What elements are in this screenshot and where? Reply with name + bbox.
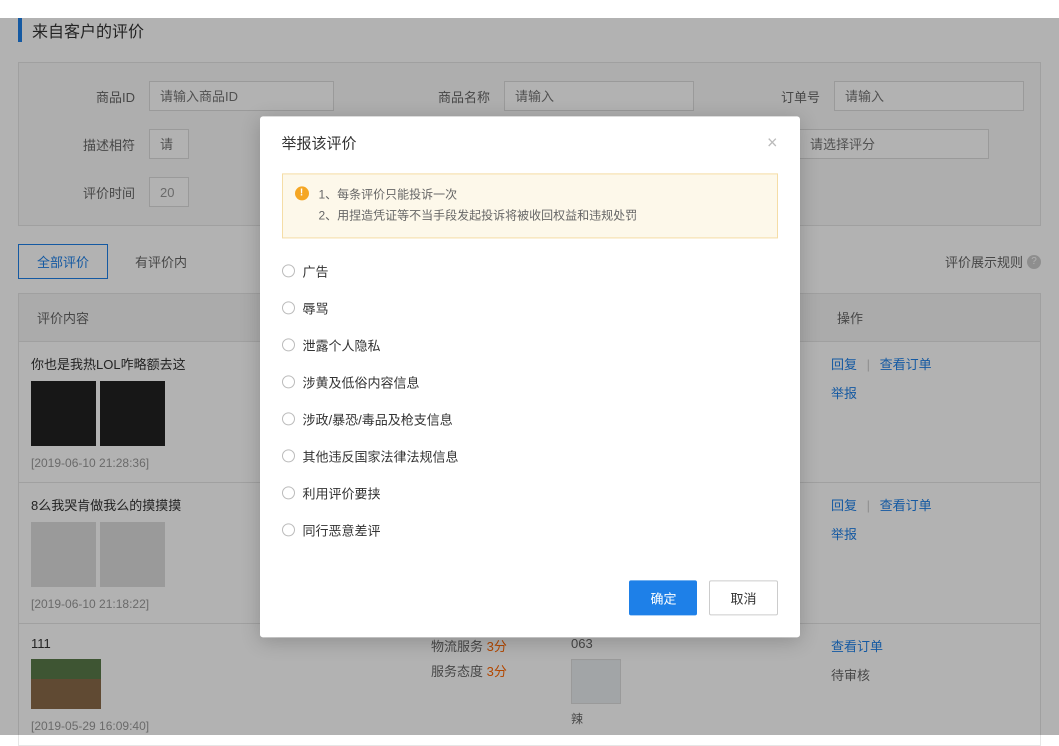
radio-option-privacy[interactable]: 泄露个人隐私 bbox=[282, 326, 778, 363]
radio-icon bbox=[282, 412, 295, 425]
radio-label: 涉黄及低俗内容信息 bbox=[303, 372, 420, 391]
alert-line-2: 2、用捏造凭证等不当手段发起投诉将被收回权益和违规处罚 bbox=[319, 206, 638, 228]
radio-option-vulgar[interactable]: 涉黄及低俗内容信息 bbox=[282, 363, 778, 400]
radio-icon bbox=[282, 486, 295, 499]
radio-label: 广告 bbox=[303, 261, 329, 280]
radio-label: 同行恶意差评 bbox=[303, 520, 381, 539]
radio-option-abuse[interactable]: 辱骂 bbox=[282, 289, 778, 326]
radio-label: 利用评价要挟 bbox=[303, 483, 381, 502]
radio-option-ad[interactable]: 广告 bbox=[282, 252, 778, 289]
radio-label: 涉政/暴恐/毒品及枪支信息 bbox=[303, 409, 453, 428]
radio-icon bbox=[282, 338, 295, 351]
alert-box: ! 1、每条评价只能投诉一次 2、用捏造凭证等不当手段发起投诉将被收回权益和违规… bbox=[282, 173, 778, 238]
close-icon[interactable]: × bbox=[767, 132, 778, 153]
radio-label: 其他违反国家法律法规信息 bbox=[303, 446, 459, 465]
radio-icon bbox=[282, 375, 295, 388]
radio-icon bbox=[282, 264, 295, 277]
warning-icon: ! bbox=[295, 186, 309, 200]
radio-label: 泄露个人隐私 bbox=[303, 335, 381, 354]
radio-icon bbox=[282, 523, 295, 536]
radio-icon bbox=[282, 449, 295, 462]
radio-label: 辱骂 bbox=[303, 298, 329, 317]
report-modal: 举报该评价 × ! 1、每条评价只能投诉一次 2、用捏造凭证等不当手段发起投诉将… bbox=[260, 116, 800, 637]
radio-option-illegal[interactable]: 其他违反国家法律法规信息 bbox=[282, 437, 778, 474]
radio-group: 广告 辱骂 泄露个人隐私 涉黄及低俗内容信息 涉政/暴恐/毒品及枪支信息 其他违… bbox=[282, 252, 778, 548]
alert-line-1: 1、每条评价只能投诉一次 bbox=[319, 184, 638, 206]
confirm-button[interactable]: 确定 bbox=[629, 580, 697, 615]
cancel-button[interactable]: 取消 bbox=[709, 580, 777, 615]
radio-option-extortion[interactable]: 利用评价要挟 bbox=[282, 474, 778, 511]
radio-option-political[interactable]: 涉政/暴恐/毒品及枪支信息 bbox=[282, 400, 778, 437]
modal-title: 举报该评价 bbox=[282, 132, 767, 153]
radio-option-malicious[interactable]: 同行恶意差评 bbox=[282, 511, 778, 548]
radio-icon bbox=[282, 301, 295, 314]
